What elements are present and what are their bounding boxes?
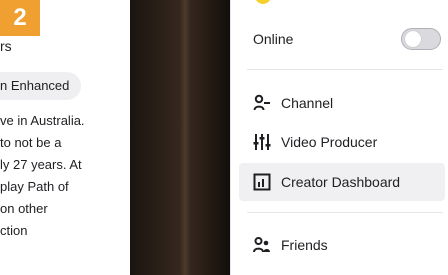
user-dropdown-menu: Online Channel Video Producer Creator Da… — [230, 0, 448, 275]
friends-icon — [253, 236, 271, 254]
menu-divider — [247, 212, 443, 213]
menu-item-label: Creator Dashboard — [281, 174, 401, 190]
stream-description: ve in Australia. to not be a ly 27 years… — [0, 110, 130, 242]
menu-item-label: Friends — [281, 237, 328, 253]
video-highlight — [180, 0, 190, 275]
partial-heading: rs — [0, 38, 12, 54]
description-line: ction — [0, 223, 28, 238]
content-tag[interactable]: n Enhanced — [0, 72, 82, 100]
menu-item-friends[interactable]: Friends — [239, 226, 445, 264]
menu-item-label: Video Producer — [281, 134, 378, 150]
online-toggle[interactable] — [401, 28, 441, 50]
menu-divider — [247, 69, 443, 70]
online-status-label: Online — [253, 31, 294, 47]
menu-item-video-producer[interactable]: Video Producer — [239, 123, 445, 161]
toggle-knob — [405, 31, 421, 47]
description-line: to not be a — [0, 135, 62, 150]
description-line: on other — [0, 201, 48, 216]
menu-item-channel[interactable]: Channel — [239, 84, 445, 122]
menu-item-label: Channel — [281, 95, 334, 111]
creator-dashboard-icon — [253, 173, 271, 191]
description-line: ly 27 years. At — [0, 157, 82, 172]
menu-item-creator-dashboard[interactable]: Creator Dashboard — [239, 163, 445, 201]
video-background — [130, 0, 230, 275]
channel-icon — [253, 94, 271, 112]
description-line: ve in Australia. — [0, 113, 85, 128]
stream-info-panel: rs n Enhanced ve in Australia. to not be… — [0, 0, 130, 275]
avatar — [255, 0, 271, 4]
step-number-badge: 2 — [0, 0, 40, 36]
video-producer-icon — [253, 133, 271, 151]
description-line: play Path of — [0, 179, 69, 194]
